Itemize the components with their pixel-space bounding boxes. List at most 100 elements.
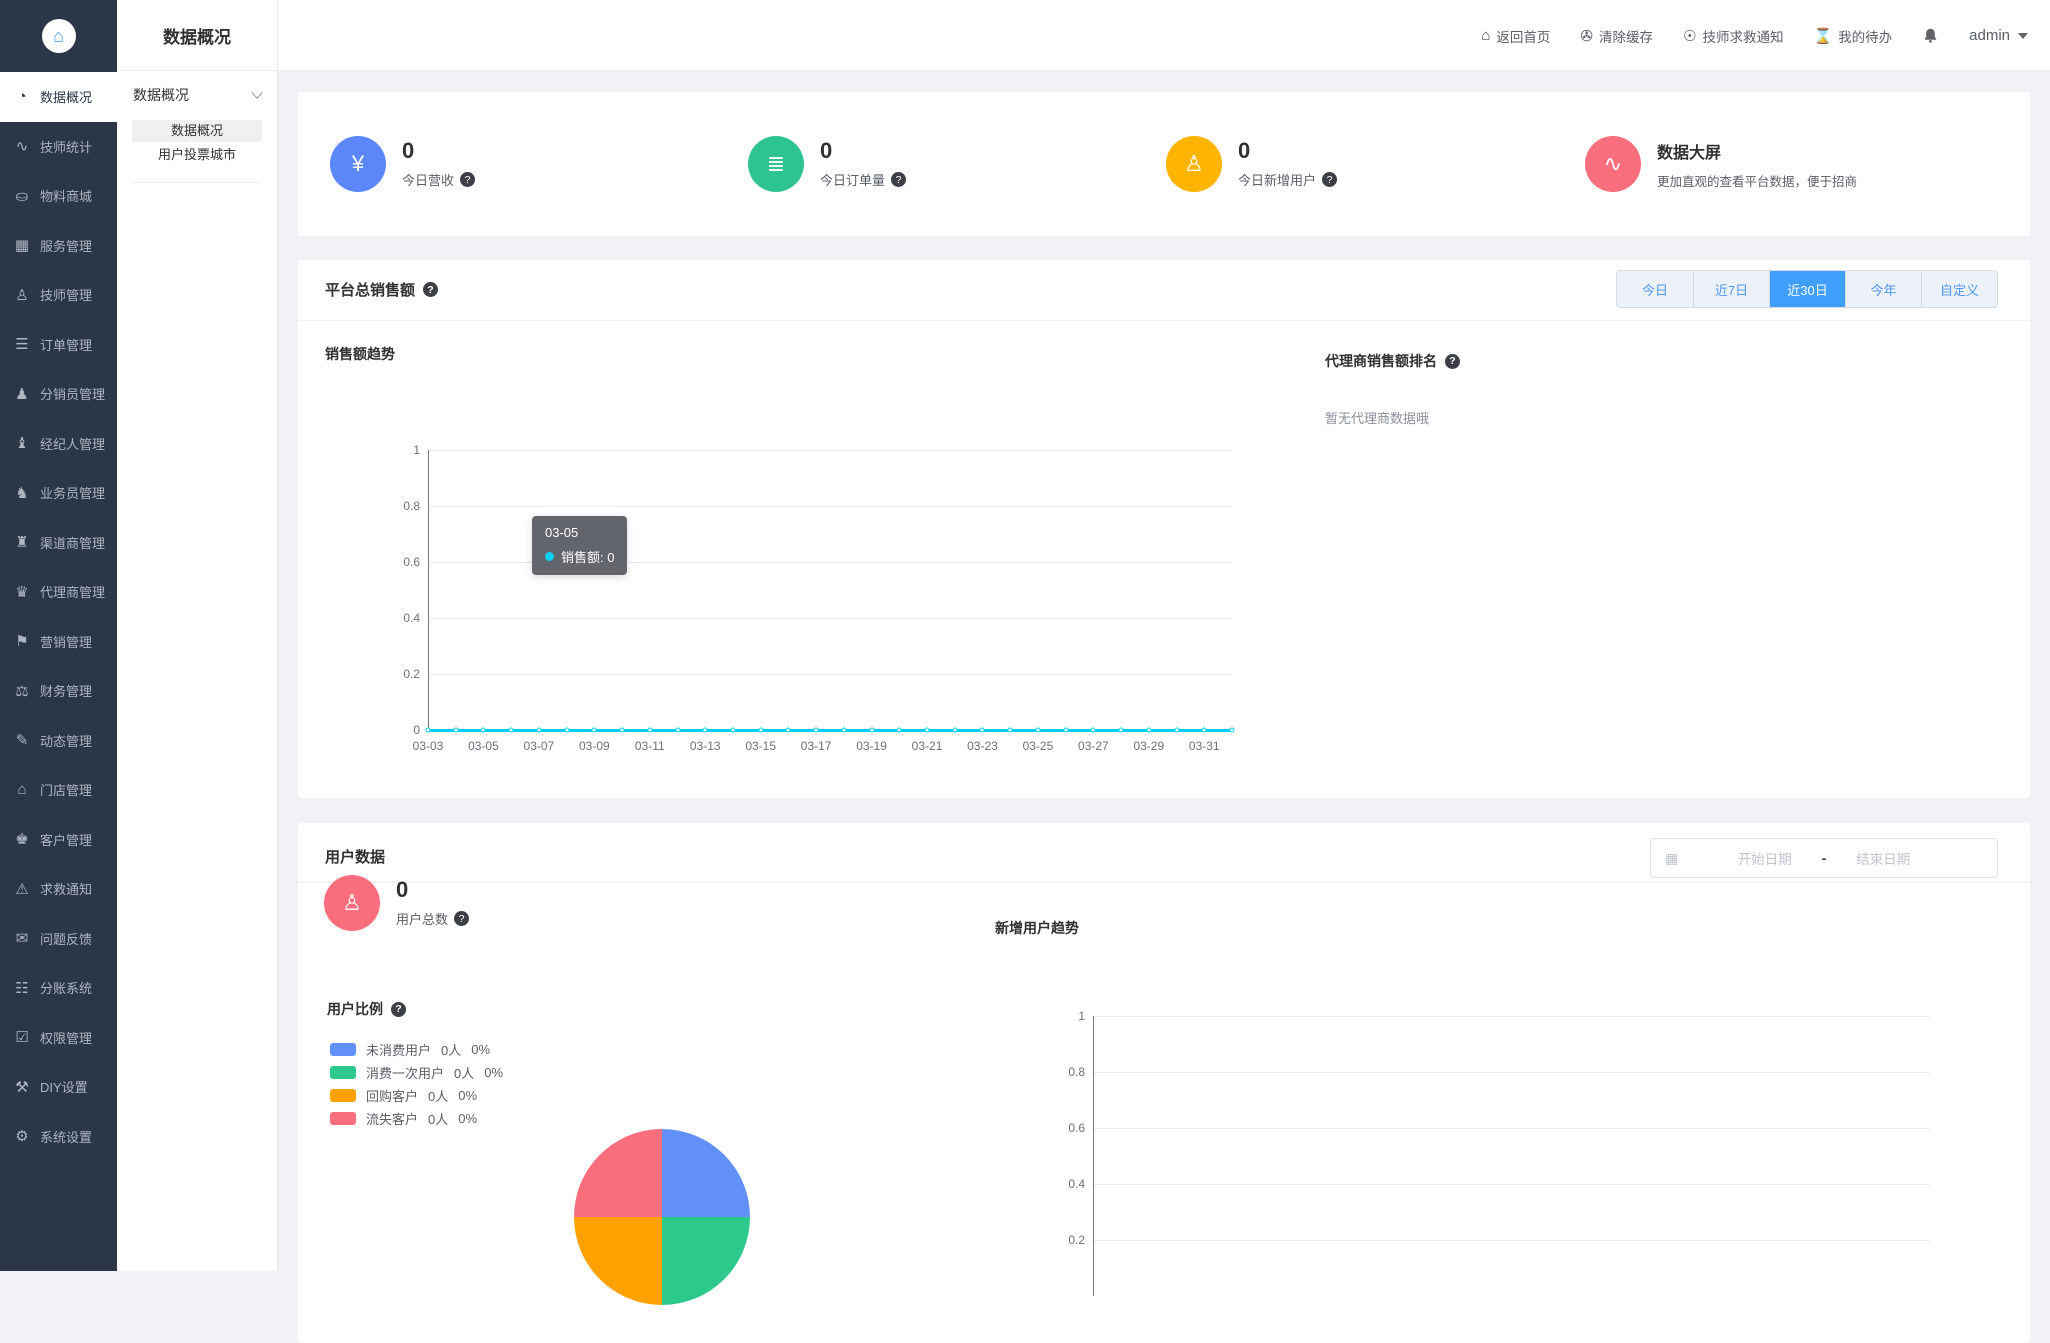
legend-label: 流失客户 xyxy=(366,1112,419,1127)
sales-trend-chart[interactable]: 0 0.2 0.4 0.6 0.8 1 03-03 03-05 03-07 03-09 03-11 0… xyxy=(403,443,1235,753)
sidebar-item-label: 订单管理 xyxy=(40,337,93,353)
help-icon[interactable]: ? xyxy=(454,911,470,927)
start-date-input[interactable]: 开始日期 xyxy=(1738,848,1792,868)
help-icon[interactable]: ? xyxy=(1445,353,1460,369)
legend-row: 未消费用户 0人 0% xyxy=(330,1038,503,1061)
submenu-items: 数据概况 用户投票城市 xyxy=(117,120,277,166)
y-axis-tick-label: 0.6 xyxy=(403,555,420,569)
legend-swatch-icon[interactable] xyxy=(330,1066,356,1079)
sidebar-item-bar-chart[interactable]: ∿ 技师统计 xyxy=(0,122,117,172)
date-separator: - xyxy=(1821,850,1827,866)
tab-今日[interactable]: 今日 xyxy=(1617,271,1693,307)
shopping-bag-icon: ⛀ xyxy=(15,187,29,205)
notification-bell-icon[interactable] xyxy=(1922,26,1939,45)
stat-value: 0 xyxy=(1238,137,1251,163)
submenu-panel: 数据概况 数据概况 数据概况 用户投票城市 xyxy=(117,0,278,1271)
y-axis-tick-label: 0.4 xyxy=(1068,1177,1085,1191)
feed-icon: ✎ xyxy=(15,732,29,750)
todo-hourglass-icon: ⌛ xyxy=(1813,27,1833,45)
settings-gear-icon: ⚙ xyxy=(15,1128,29,1146)
sidebar-item-pie-chart[interactable]: ◔ 数据概况 xyxy=(0,72,117,122)
data-point xyxy=(564,727,570,733)
legend-count: 0人 xyxy=(441,1043,462,1058)
stat-label-row: 今日新增用户? xyxy=(1238,170,1338,189)
sidebar-item-finance[interactable]: ⚖ 财务管理 xyxy=(0,666,117,716)
calendar-icon: ▦ xyxy=(1665,850,1679,866)
header-link-label: 我的待办 xyxy=(1838,29,1893,45)
header-link-clear-cache[interactable]: ✇ 清除缓存 xyxy=(1580,26,1653,46)
section-divider xyxy=(298,320,2030,321)
help-icon[interactable]: ? xyxy=(891,172,907,188)
submenu-item[interactable]: 数据概况 xyxy=(132,120,262,142)
sidebar-item-broker[interactable]: ♝ 经纪人管理 xyxy=(0,419,117,469)
sidebar-item-label: 经纪人管理 xyxy=(40,436,106,452)
help-icon[interactable]: ? xyxy=(391,1001,406,1017)
sidebar-item-feed[interactable]: ✎ 动态管理 xyxy=(0,716,117,766)
broker-icon: ♝ xyxy=(15,435,29,453)
x-axis-tick-label: 03-31 xyxy=(1188,739,1220,753)
help-icon[interactable]: ? xyxy=(423,282,439,297)
sidebar-item-salesman[interactable]: ♞ 业务员管理 xyxy=(0,468,117,518)
submenu-group-data-overview[interactable]: 数据概况 xyxy=(117,71,277,118)
stat-item: ≣ 0 今日订单量? xyxy=(748,92,907,236)
legend-swatch-icon[interactable] xyxy=(330,1089,356,1102)
user-data-card: 用户数据 ▦ 开始日期 - 结束日期 ♙ 0 用户总数 ? 用户比例 ? 未消费… xyxy=(298,823,2030,1343)
y-axis-tick-label: 0.6 xyxy=(1068,1121,1085,1135)
data-screen-link[interactable]: ∿ 数据大屏 更加直观的查看平台数据，便于招商 xyxy=(1585,92,1857,236)
header-link-home[interactable]: ⌂ 返回首页 xyxy=(1481,26,1550,46)
feedback-icon: ✉ xyxy=(15,930,29,948)
channel-icon: ♜ xyxy=(15,534,29,552)
tab-今年[interactable]: 今年 xyxy=(1845,271,1921,307)
app-logo[interactable]: ⌂ xyxy=(0,0,117,72)
x-axis-tick-label: 03-03 xyxy=(412,739,444,753)
y-axis-tick-label: 0.4 xyxy=(403,611,420,625)
end-date-input[interactable]: 结束日期 xyxy=(1856,848,1910,868)
data-point xyxy=(1035,727,1041,733)
new-users-trend-title-text: 新增用户趋势 xyxy=(995,920,1079,936)
sidebar-item-store[interactable]: ⌂ 门店管理 xyxy=(0,765,117,815)
legend-swatch-icon[interactable] xyxy=(330,1112,356,1125)
help-icon[interactable]: ? xyxy=(460,172,476,188)
sidebar-item-marketing[interactable]: ⚑ 营销管理 xyxy=(0,617,117,667)
sidebar-item-settings-gear[interactable]: ⚙ 系统设置 xyxy=(0,1112,117,1162)
submenu-item[interactable]: 用户投票城市 xyxy=(132,144,262,166)
sidebar-item-ledger[interactable]: ☷ 分账系统 xyxy=(0,963,117,1013)
data-point xyxy=(480,727,486,733)
money-bag-icon: ¥ xyxy=(330,136,386,192)
sidebar-item-distributor[interactable]: ♟ 分销员管理 xyxy=(0,369,117,419)
legend-swatch-icon[interactable] xyxy=(330,1043,356,1056)
user-menu[interactable]: admin xyxy=(1969,27,2028,44)
sidebar-item-channel[interactable]: ♜ 渠道商管理 xyxy=(0,518,117,568)
sidebar-item-service-calendar[interactable]: ▦ 服务管理 xyxy=(0,221,117,271)
sidebar-item-label: 代理商管理 xyxy=(40,585,106,601)
sidebar-item-customer[interactable]: ♚ 客户管理 xyxy=(0,815,117,865)
sidebar-item-permission[interactable]: ☑ 权限管理 xyxy=(0,1013,117,1063)
help-icon[interactable]: ? xyxy=(1322,172,1338,188)
section-divider xyxy=(298,882,2030,883)
sidebar-item-technician[interactable]: ♙ 技师管理 xyxy=(0,270,117,320)
user-ratio-title-text: 用户比例 xyxy=(327,1001,383,1017)
sidebar-item-order-list[interactable]: ☰ 订单管理 xyxy=(0,320,117,370)
sidebar-item-shopping-bag[interactable]: ⛀ 物料商城 xyxy=(0,171,117,221)
platform-sales-card: 平台总销售额 ? 今日 近7日 近30日 今年 自定义 销售额趋势 0 0.2 0.4 0.6… xyxy=(298,260,2030,798)
tab-近30日[interactable]: 近30日 xyxy=(1769,271,1845,307)
tab-自定义[interactable]: 自定义 xyxy=(1921,271,1997,307)
gridline xyxy=(428,506,1232,507)
legend-pct: 0% xyxy=(471,1042,491,1057)
tab-近7日[interactable]: 近7日 xyxy=(1693,271,1769,307)
sidebar-item-agent[interactable]: ♛ 代理商管理 xyxy=(0,567,117,617)
header-link-todo-hourglass[interactable]: ⌛ 我的待办 xyxy=(1813,26,1892,46)
date-range-picker[interactable]: ▦ 开始日期 - 结束日期 xyxy=(1650,838,1998,878)
data-point xyxy=(1007,727,1013,733)
user-ratio-title: 用户比例 ? xyxy=(327,999,406,1019)
sidebar-item-sos-bell[interactable]: ⚠ 求救通知 xyxy=(0,864,117,914)
user-ratio-pie-chart[interactable] xyxy=(574,1129,750,1305)
header-link-alarm[interactable]: ☉ 技师求救通知 xyxy=(1683,26,1783,46)
sidebar-item-label: 权限管理 xyxy=(40,1030,93,1046)
sidebar-item-feedback[interactable]: ✉ 问题反馈 xyxy=(0,914,117,964)
finance-icon: ⚖ xyxy=(15,682,29,700)
data-line xyxy=(428,728,1232,732)
new-users-trend-chart[interactable]: 0.2 0.4 0.6 0.8 1 xyxy=(1068,1009,1930,1296)
sidebar-item-diy[interactable]: ⚒ DIY设置 xyxy=(0,1062,117,1112)
data-point xyxy=(730,727,736,733)
